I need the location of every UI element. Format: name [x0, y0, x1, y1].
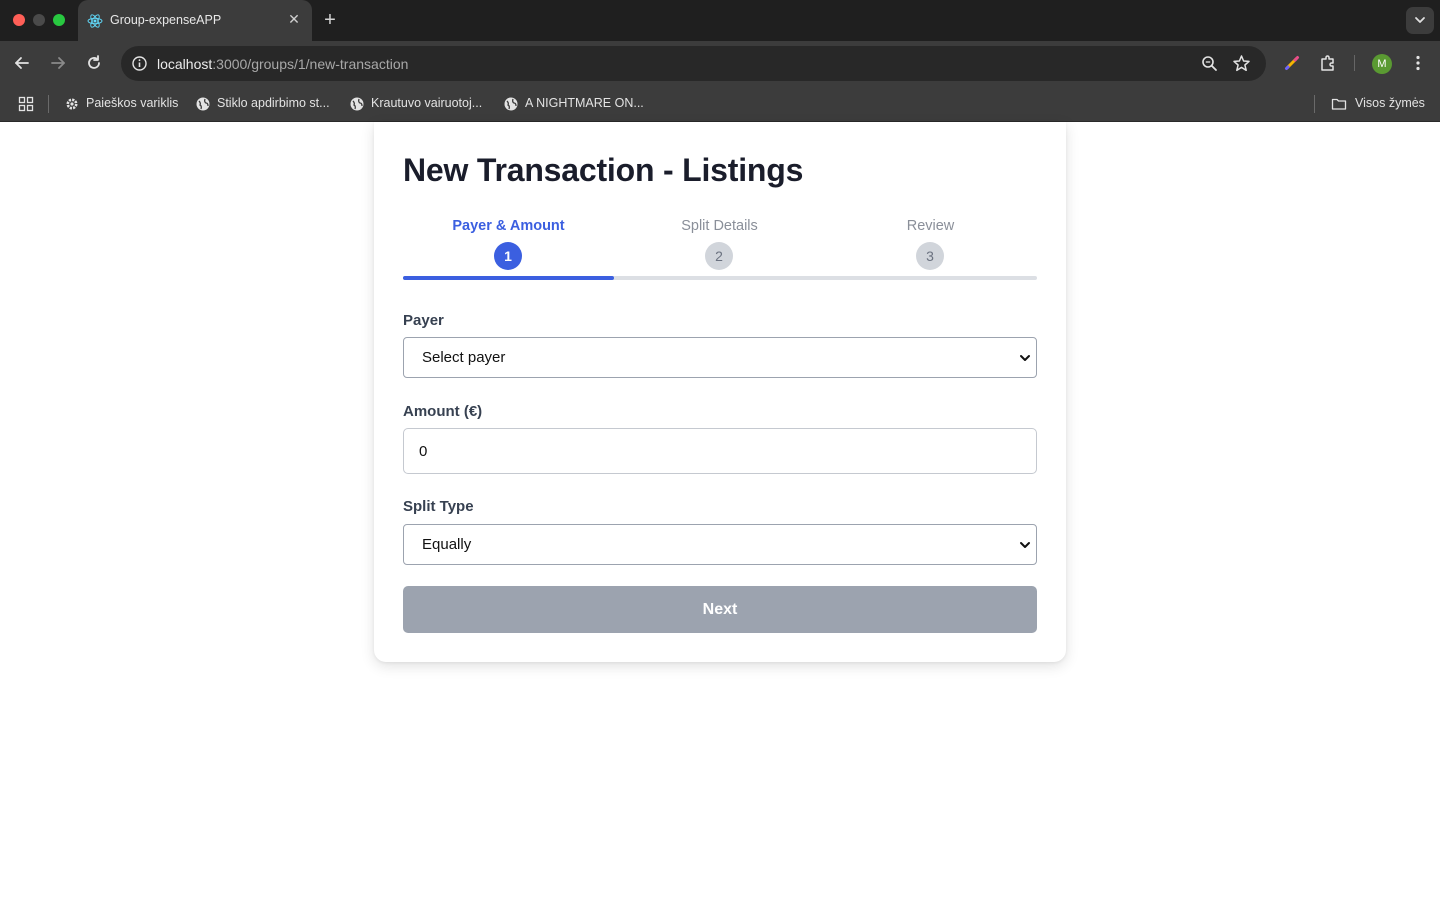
chevron-down-icon [1415, 17, 1425, 23]
pencil-extension-icon[interactable] [1282, 53, 1302, 73]
bookmark-krautuvo-vairuotoj[interactable]: Krautuvo vairuotoj... [371, 96, 482, 112]
globe-icon [196, 97, 210, 111]
bookmarks-bar: Paieškos variklis Stiklo apdirbimo st...… [0, 86, 1440, 122]
step-split-details[interactable]: Split Details 2 [614, 218, 825, 280]
step-label: Split Details [681, 218, 758, 234]
toolbar-divider [1354, 55, 1355, 71]
globe-icon [504, 97, 518, 111]
site-info-icon[interactable] [129, 53, 150, 74]
page-title: New Transaction - Listings [403, 152, 804, 188]
bookmark-a-nightmare-on[interactable]: A NIGHTMARE ON... [525, 96, 644, 112]
amount-input[interactable]: 0 [403, 428, 1037, 474]
split-type-select-value: Equally [422, 536, 472, 553]
payer-select-value: Select payer [422, 349, 506, 366]
step-number: 2 [705, 242, 733, 270]
payer-select[interactable]: Select payer [403, 337, 1037, 378]
step-payer-amount[interactable]: Payer & Amount 1 [403, 218, 614, 280]
tab-title: Group-expenseAPP [110, 13, 222, 27]
chevron-down-icon [1020, 355, 1030, 361]
zoom-icon[interactable] [1200, 54, 1219, 73]
gear-icon [66, 98, 78, 110]
browser-toolbar: localhost:3000/groups/1/new-transaction … [0, 41, 1440, 86]
extensions-puzzle-icon[interactable] [1318, 53, 1338, 73]
react-logo-icon [87, 14, 103, 28]
step-number: 3 [916, 242, 944, 270]
globe-icon [350, 97, 364, 111]
payer-label: Payer [403, 312, 444, 329]
kebab-menu-icon[interactable] [1408, 53, 1428, 73]
browser-tab[interactable]: Group-expenseAPP ✕ [78, 0, 312, 41]
bookmarks-divider [48, 95, 49, 113]
url-path: :3000/groups/1/new-transaction [212, 56, 409, 72]
folder-icon [1331, 98, 1347, 110]
minimize-window-button[interactable] [33, 14, 45, 26]
all-bookmarks[interactable]: Visos žymės [1355, 96, 1425, 112]
reload-icon[interactable] [84, 53, 104, 73]
step-label: Review [906, 218, 955, 234]
address-bar[interactable]: localhost:3000/groups/1/new-transaction [121, 46, 1266, 81]
bookmark-stiklo-apdirbimo[interactable]: Stiklo apdirbimo st... [217, 96, 330, 112]
step-review[interactable]: Review 3 [825, 218, 1036, 280]
url-text[interactable]: localhost:3000/groups/1/new-transaction [157, 56, 408, 72]
step-label: Payer & Amount [452, 218, 565, 234]
tab-search-button[interactable] [1406, 7, 1434, 34]
split-type-label: Split Type [403, 498, 474, 515]
amount-input-value: 0 [419, 443, 428, 460]
maximize-window-button[interactable] [53, 14, 65, 26]
apps-grid-icon[interactable] [18, 96, 34, 112]
amount-label: Amount (€) [403, 403, 483, 420]
back-arrow-icon[interactable] [12, 53, 32, 73]
close-window-button[interactable] [13, 14, 25, 26]
next-button[interactable]: Next [403, 586, 1037, 633]
close-tab-icon[interactable]: ✕ [286, 11, 302, 27]
new-tab-button[interactable]: + [320, 10, 340, 30]
url-host: localhost [157, 56, 213, 72]
bookmarks-divider [1314, 95, 1315, 113]
chevron-down-icon [1020, 542, 1030, 548]
browser-tab-bar: Group-expenseAPP ✕ + [0, 0, 1440, 41]
split-type-select[interactable]: Equally [403, 524, 1037, 565]
profile-avatar[interactable]: M [1372, 54, 1392, 74]
stepper: Payer & Amount 1 Split Details 2 Review … [403, 218, 1037, 280]
step-number: 1 [494, 242, 522, 270]
transaction-card: New Transaction - Listings Payer & Amoun… [374, 122, 1066, 662]
step-progress-bar [403, 276, 615, 280]
forward-arrow-icon[interactable] [48, 53, 68, 73]
bookmark-paieskos-variklis[interactable]: Paieškos variklis [86, 96, 178, 112]
bookmark-star-icon[interactable] [1232, 54, 1251, 73]
